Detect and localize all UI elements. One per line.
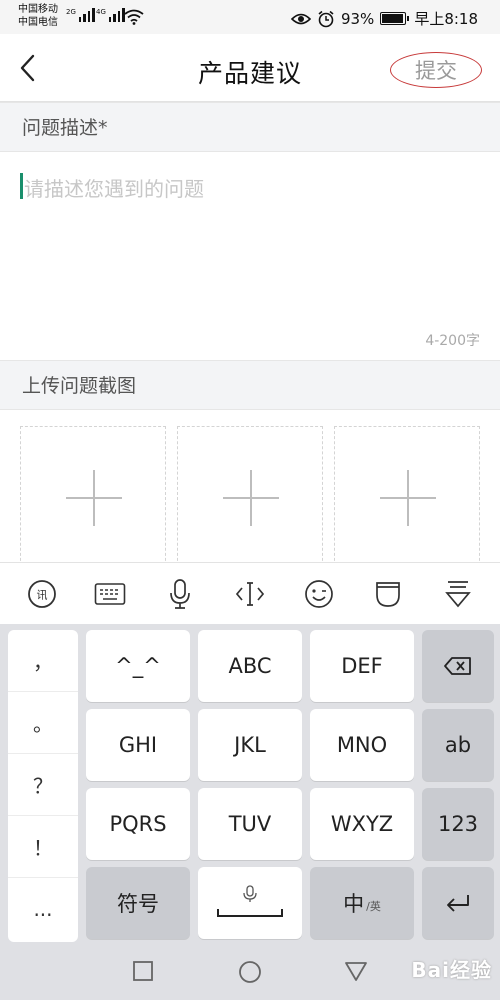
punctuation-column: ， 。 ？ ！ ... <box>8 630 78 942</box>
ime-logo-icon[interactable]: 讯 <box>24 576 60 612</box>
cursor-move-icon[interactable] <box>232 576 268 612</box>
key-period[interactable]: 。 <box>8 692 78 754</box>
triangle-icon <box>345 962 367 981</box>
key-jkl[interactable]: JKL <box>198 709 302 781</box>
carrier-1: 中国移动 <box>18 4 58 15</box>
eye-icon <box>290 13 311 24</box>
enter-button[interactable] <box>422 867 494 939</box>
header-bar: 产品建议 提交 <box>0 34 500 102</box>
key-abc[interactable]: ABC <box>198 630 302 702</box>
text-cursor <box>20 173 23 199</box>
clock: 早上8:18 <box>414 10 478 28</box>
carrier-names: 中国移动 中国电信 <box>18 3 58 29</box>
upload-slot-3[interactable] <box>334 426 480 566</box>
emoji-icon[interactable] <box>301 576 337 612</box>
collapse-keyboard-icon[interactable] <box>440 576 476 612</box>
upload-area <box>0 412 500 566</box>
language-main: 中 <box>343 892 365 916</box>
circle-icon <box>239 961 261 983</box>
wifi-icon <box>124 9 144 25</box>
clipboard-icon[interactable] <box>370 576 406 612</box>
svg-text:讯: 讯 <box>37 589 48 602</box>
submit-button[interactable]: 提交 <box>390 52 482 88</box>
system-nav-bar: Bai经验 <box>0 944 500 1000</box>
key-tuv[interactable]: TUV <box>198 788 302 860</box>
character-counter: 4-200字 <box>425 333 480 349</box>
description-placeholder: 请描述您遇到的问题 <box>24 177 204 201</box>
enter-icon <box>447 895 469 912</box>
upload-section-label: 上传问题截图 <box>0 360 500 410</box>
key-symbols[interactable]: 符号 <box>86 867 190 939</box>
upload-slot-1[interactable] <box>20 426 166 566</box>
key-ghi[interactable]: GHI <box>86 709 190 781</box>
status-right: 93% 早上8:18 <box>290 8 478 29</box>
keyboard: ， 。 ？ ！ ... ^_^ ABC DEF GHI JKL MNO ab P… <box>0 624 500 944</box>
key-ab[interactable]: ab <box>422 709 494 781</box>
home-button[interactable] <box>238 960 262 988</box>
battery-percent: 93% <box>340 9 375 28</box>
key-123[interactable]: 123 <box>422 788 494 860</box>
alarm-icon <box>318 10 334 27</box>
key-ellipsis[interactable]: ... <box>8 878 78 940</box>
status-bar: 中国移动 中国电信 2G 4G 93% 早上8:18 <box>0 0 500 34</box>
description-section-label: 问题描述* <box>0 102 500 152</box>
square-icon <box>133 961 153 981</box>
back-nav-button[interactable] <box>344 960 368 986</box>
keyboard-icon[interactable] <box>92 576 128 612</box>
upload-slot-2[interactable] <box>177 426 323 566</box>
key-comma[interactable]: ， <box>8 630 78 692</box>
watermark: Bai经验 <box>411 958 492 982</box>
language-sub: /英 <box>366 900 381 913</box>
description-textarea[interactable]: 请描述您遇到的问题 4-200字 <box>0 153 500 360</box>
key-def[interactable]: DEF <box>310 630 414 702</box>
key-emoticon[interactable]: ^_^ <box>86 630 190 702</box>
key-pqrs[interactable]: PQRS <box>86 788 190 860</box>
microphone-icon[interactable] <box>162 576 198 612</box>
recent-apps-button[interactable] <box>132 960 154 986</box>
backspace-icon <box>444 657 471 675</box>
space-with-mic-icon <box>217 885 283 917</box>
space-button[interactable] <box>198 867 302 939</box>
signal-icon-1: 2G <box>66 8 95 22</box>
carrier-2: 中国电信 <box>18 17 58 28</box>
key-question[interactable]: ？ <box>8 754 78 816</box>
key-exclamation[interactable]: ！ <box>8 816 78 878</box>
backspace-button[interactable] <box>422 630 494 702</box>
key-mno[interactable]: MNO <box>310 709 414 781</box>
key-wxyz[interactable]: WXYZ <box>310 788 414 860</box>
signal-icon-2: 4G <box>96 8 125 22</box>
keyboard-toolbar: 讯 <box>0 562 500 624</box>
battery-icon <box>380 12 410 25</box>
key-language-switch[interactable]: 中/英 <box>310 867 414 939</box>
